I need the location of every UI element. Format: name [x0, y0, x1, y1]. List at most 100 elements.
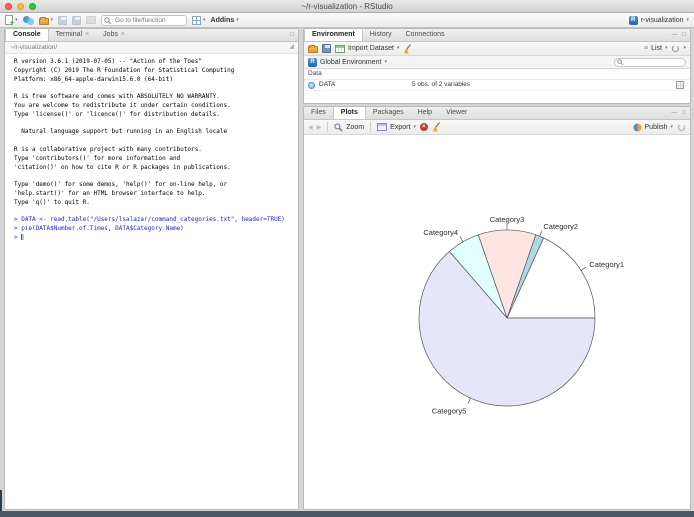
pie-label: Category4: [423, 228, 458, 237]
console-output[interactable]: R version 3.6.1 (2019-07-05) -- "Action …: [5, 54, 298, 243]
view-data-icon[interactable]: [676, 81, 684, 89]
maximize-pane-icon[interactable]: □: [290, 29, 294, 41]
console-input-line: >: [14, 234, 298, 243]
tab-files[interactable]: Files: [304, 107, 333, 119]
console-panel: Console Terminal × Jobs × □ ~/r-visualiz…: [4, 28, 299, 510]
next-plot-icon[interactable]: ▶: [317, 124, 322, 131]
console-output-line: Platform: x86_64-apple-darwin15.6.0 (64-…: [14, 76, 298, 85]
tab-environment[interactable]: Environment: [304, 29, 363, 41]
new-file-button[interactable]: ▾: [5, 15, 18, 25]
tab-console[interactable]: Console: [5, 29, 49, 41]
environment-object-row[interactable]: DATA 5 obs. of 2 variables: [304, 80, 690, 91]
panes-layout-button[interactable]: ▾: [192, 16, 206, 25]
plot-area: Category1Category2Category3Category4Cate…: [304, 135, 690, 509]
object-name[interactable]: DATA: [319, 80, 335, 90]
tab-packages[interactable]: Packages: [366, 107, 411, 119]
console-cursor: [21, 234, 24, 240]
working-directory[interactable]: ~/r-visualization/: [10, 44, 57, 51]
new-file-icon: [5, 15, 13, 25]
chevron-down-icon: ▾: [413, 125, 416, 130]
environment-scope-button[interactable]: R Global Environment ▾: [308, 58, 387, 67]
clear-all-plots-button[interactable]: [432, 122, 442, 132]
tab-history[interactable]: History: [363, 29, 399, 41]
tab-console-label: Console: [13, 29, 41, 41]
r-environment-icon: R: [308, 58, 317, 67]
refresh-icon: [677, 123, 686, 132]
export-plot-button[interactable]: Export ▾: [377, 123, 416, 131]
chevron-down-icon: ▾: [397, 46, 400, 51]
pie-label-tick: [581, 267, 586, 270]
object-summary: 5 obs. of 2 variables: [412, 80, 470, 90]
previous-plot-icon[interactable]: ◀: [308, 124, 313, 131]
refresh-icon: [671, 44, 680, 53]
console-input-line: > pie(DATA$Number.of.Times, DATA$Categor…: [14, 225, 298, 234]
tab-packages-label: Packages: [373, 107, 404, 119]
print-icon: [86, 16, 96, 24]
open-file-button[interactable]: ▾: [39, 16, 54, 25]
tab-jobs-label: Jobs: [103, 29, 118, 41]
print-button: [86, 16, 96, 24]
remove-plot-icon[interactable]: ×: [420, 123, 428, 131]
save-workspace-button[interactable]: [322, 44, 331, 53]
dataframe-icon: [308, 82, 315, 89]
console-output-line: Copyright (C) 2019 The R Foundation for …: [14, 67, 298, 76]
load-workspace-button[interactable]: [308, 44, 318, 53]
maximize-pane-icon[interactable]: □: [682, 107, 686, 119]
close-icon[interactable]: ×: [121, 29, 125, 41]
refresh-button[interactable]: ▾: [671, 44, 686, 53]
environment-scope-label: Global Environment: [320, 59, 381, 66]
export-image-icon: [377, 123, 387, 131]
project-menu-button[interactable]: R r-visualization ▾: [629, 16, 689, 25]
chevron-down-icon: ▾: [236, 18, 239, 23]
list-icon: ≡: [644, 45, 648, 52]
console-output-line: [14, 172, 298, 181]
save-icon: [58, 16, 67, 25]
resize-icon[interactable]: ◢: [289, 42, 294, 53]
tab-terminal[interactable]: Terminal ×: [49, 29, 97, 41]
pie-label: Category5: [432, 407, 467, 416]
broom-icon: [432, 122, 442, 132]
close-icon[interactable]: ×: [85, 29, 89, 41]
environment-search-box: [614, 58, 686, 67]
console-output-line: R version 3.6.1 (2019-07-05) -- "Action …: [14, 58, 298, 67]
console-output-line: You are welcome to redistribute it under…: [14, 102, 298, 111]
console-output-line: 'help.start()' for an HTML browser inter…: [14, 190, 298, 199]
environment-scope-bar: R Global Environment ▾: [304, 56, 690, 69]
zoom-plot-button[interactable]: Zoom: [334, 123, 364, 132]
export-label: Export: [390, 124, 410, 131]
tab-history-label: History: [370, 29, 392, 41]
pie-label-tick: [540, 231, 542, 237]
console-tabbar: Console Terminal × Jobs × □: [5, 29, 298, 42]
tab-connections[interactable]: Connections: [399, 29, 452, 41]
data-section-header: Data: [304, 69, 690, 80]
search-icon: [617, 59, 624, 66]
clear-workspace-button[interactable]: [403, 44, 413, 54]
minimize-pane-icon[interactable]: —: [671, 29, 677, 41]
project-name: r-visualization: [641, 17, 684, 24]
save-icon: [322, 44, 331, 53]
tab-help[interactable]: Help: [411, 107, 439, 119]
environment-search-input[interactable]: [614, 58, 686, 67]
import-dataset-button[interactable]: Import Dataset ▾: [335, 45, 399, 53]
tab-jobs[interactable]: Jobs ×: [96, 29, 132, 41]
publish-button[interactable]: Publish ▾: [633, 123, 673, 132]
console-output-line: [14, 84, 298, 93]
refresh-plot-button[interactable]: [677, 123, 686, 132]
new-project-button[interactable]: [23, 15, 34, 25]
minimize-pane-icon[interactable]: —: [671, 107, 677, 119]
list-view-button[interactable]: ≡ List ▾: [644, 45, 668, 52]
console-output-line: Type 'q()' to quit R.: [14, 199, 298, 208]
chevron-down-icon: ▾: [683, 46, 686, 51]
tab-plots[interactable]: Plots: [333, 107, 366, 119]
search-icon: [104, 17, 112, 25]
publish-label: Publish: [645, 124, 668, 131]
maximize-pane-icon[interactable]: □: [682, 29, 686, 41]
window-title: ~/r-visualization - RStudio: [0, 0, 694, 13]
addins-button[interactable]: Addins ▾: [211, 17, 239, 24]
chevron-down-icon: ▾: [15, 18, 18, 23]
rstudio-window: { "window": { "title": "~/r-visualizatio…: [0, 0, 694, 517]
tab-viewer[interactable]: Viewer: [439, 107, 474, 119]
tab-help-label: Help: [418, 107, 432, 119]
save-all-button: [72, 16, 81, 25]
goto-file-input[interactable]: [101, 15, 187, 26]
